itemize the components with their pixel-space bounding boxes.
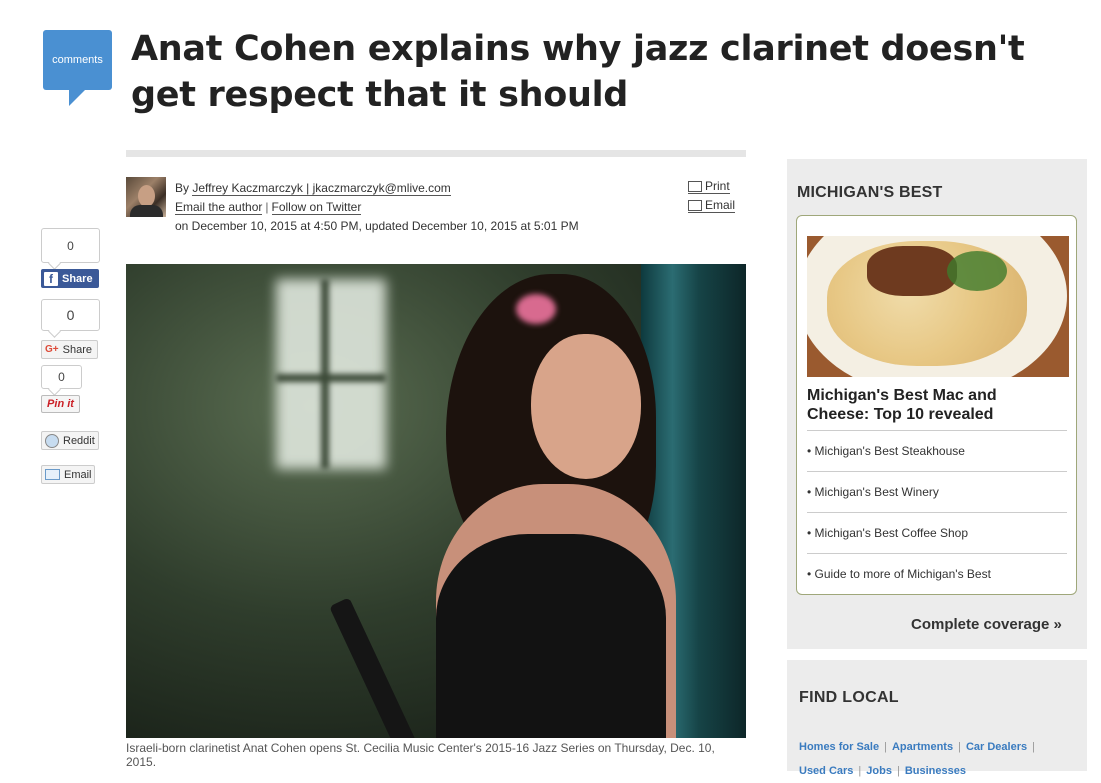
list-item[interactable]: • Michigan's Best Winery	[807, 471, 1067, 512]
list-item[interactable]: • Michigan's Best Coffee Shop	[807, 512, 1067, 553]
homes-for-sale-link[interactable]: Homes for Sale	[799, 741, 879, 753]
facebook-count: 0	[41, 228, 100, 263]
mac-and-cheese-photo[interactable]	[807, 236, 1069, 377]
divider	[126, 150, 746, 157]
pinterest-label: Pin it	[47, 398, 74, 410]
byline: By Jeffrey Kaczmarczyk | jkaczmarczyk@ml…	[175, 179, 579, 236]
pinterest-count: 0	[41, 365, 82, 389]
reddit-icon	[45, 433, 59, 448]
find-local-title: FIND LOCAL	[799, 689, 899, 706]
jobs-link[interactable]: Jobs	[866, 765, 892, 777]
publish-date: on December 10, 2015 at 4:50 PM, updated…	[175, 219, 579, 233]
gplus-count: 0	[41, 299, 100, 331]
print-label: Print	[705, 179, 730, 193]
email-share-button[interactable]: Email	[41, 465, 95, 484]
mail-icon	[45, 469, 60, 480]
michigans-best-title: MICHIGAN'S BEST	[797, 184, 943, 201]
email-article-button[interactable]: Email	[688, 198, 736, 213]
businesses-link[interactable]: Businesses	[905, 765, 966, 777]
gplus-share-button[interactable]: G+ Share	[41, 340, 98, 359]
complete-coverage-link[interactable]: Complete coverage »	[911, 616, 1062, 633]
email-label: Email	[705, 198, 736, 212]
byline-separator: |	[265, 200, 269, 214]
envelope-icon	[688, 199, 702, 211]
car-dealers-link[interactable]: Car Dealers	[966, 741, 1027, 753]
facebook-icon: f	[44, 271, 58, 286]
find-local-links: Homes for Sale | Apartments | Car Dealers | U…	[799, 741, 1035, 777]
comments-button[interactable]: comments	[43, 30, 112, 106]
comments-label: comments	[52, 54, 103, 66]
author-avatar	[126, 177, 166, 217]
michigans-best-list: • Michigan's Best Steakhouse • Michigan'…	[807, 430, 1067, 594]
facebook-share-label: Share	[62, 272, 93, 285]
card-headline-link[interactable]: Michigan's Best Mac and Cheese: Top 10 r…	[807, 386, 1057, 424]
article-photo	[126, 264, 746, 738]
byline-prefix: By	[175, 181, 193, 195]
reddit-label: Reddit	[63, 434, 95, 447]
email-author-link[interactable]: Email the author	[175, 200, 263, 215]
pinterest-button[interactable]: Pin it	[41, 395, 80, 413]
used-cars-link[interactable]: Used Cars	[799, 765, 853, 777]
printer-icon	[688, 180, 702, 192]
follow-twitter-link[interactable]: Follow on Twitter	[271, 200, 362, 215]
google-plus-icon: G+	[45, 344, 59, 355]
author-link[interactable]: Jeffrey Kaczmarczyk | jkaczmarczyk@mlive…	[192, 181, 451, 196]
list-item[interactable]: • Michigan's Best Steakhouse	[807, 430, 1067, 471]
gplus-share-label: Share	[62, 343, 92, 356]
email-share-label: Email	[64, 468, 92, 481]
page-title: Anat Cohen explains why jazz clarinet do…	[131, 29, 1025, 115]
photo-caption: Israeli-born clarinetist Anat Cohen open…	[126, 741, 715, 769]
reddit-share-button[interactable]: Reddit	[41, 431, 99, 450]
apartments-link[interactable]: Apartments	[892, 741, 953, 753]
facebook-share-button[interactable]: f Share	[41, 269, 99, 288]
print-button[interactable]: Print	[688, 179, 730, 194]
list-item[interactable]: • Guide to more of Michigan's Best	[807, 553, 1067, 594]
